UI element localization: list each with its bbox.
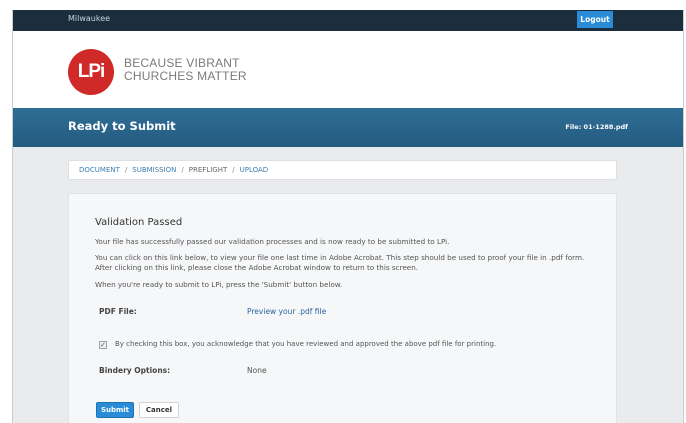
logout-button[interactable]: Logout [577, 11, 613, 28]
top-bar: Milwaukee Logout [13, 10, 683, 31]
breadcrumb-upload[interactable]: UPLOAD [240, 166, 269, 174]
breadcrumb-submission[interactable]: SUBMISSION [132, 166, 176, 174]
page-banner: Ready to Submit File: 01-1288.pdf [13, 108, 683, 147]
submit-instructions: When you're ready to submit to LPi, pres… [95, 280, 343, 289]
preview-instructions: You can click on this link below, to vie… [95, 253, 585, 272]
brand-header: LPi BECAUSE VIBRANT CHURCHES MATTER [13, 31, 683, 108]
lpi-logo-icon[interactable]: LPi [68, 49, 114, 95]
submit-button[interactable]: Submit [96, 402, 134, 418]
approval-checkbox[interactable]: ✓ [99, 341, 107, 349]
user-location-label: Milwaukee [68, 14, 111, 23]
pdf-file-label: PDF File: [99, 307, 137, 316]
bindery-options-value: None [247, 366, 267, 375]
cancel-button[interactable]: Cancel [139, 402, 179, 418]
breadcrumb: DOCUMENT / SUBMISSION / PREFLIGHT / UPLOAD [68, 160, 617, 180]
preview-pdf-link[interactable]: Preview your .pdf file [247, 307, 326, 316]
approval-checkbox-label: By checking this box, you acknowledge th… [115, 340, 497, 348]
logo-tagline: BECAUSE VIBRANT CHURCHES MATTER [124, 57, 247, 83]
tagline-line-2: CHURCHES MATTER [124, 69, 247, 83]
breadcrumb-separator: / [232, 166, 235, 174]
breadcrumb-preflight: PREFLIGHT [188, 166, 228, 174]
page-title: Ready to Submit [68, 119, 176, 133]
breadcrumb-separator: / [181, 166, 184, 174]
app-window: Milwaukee Logout LPi BECAUSE VIBRANT CHU… [12, 10, 684, 423]
bindery-options-label: Bindery Options: [99, 366, 171, 375]
breadcrumb-separator: / [124, 166, 128, 174]
validation-heading: Validation Passed [95, 217, 183, 228]
validation-message: Your file has successfully passed our va… [95, 237, 450, 246]
validation-panel: Validation Passed Your file has successf… [68, 193, 617, 423]
breadcrumb-document[interactable]: DOCUMENT [79, 166, 120, 174]
file-name-label: File: 01-1288.pdf [565, 123, 628, 131]
